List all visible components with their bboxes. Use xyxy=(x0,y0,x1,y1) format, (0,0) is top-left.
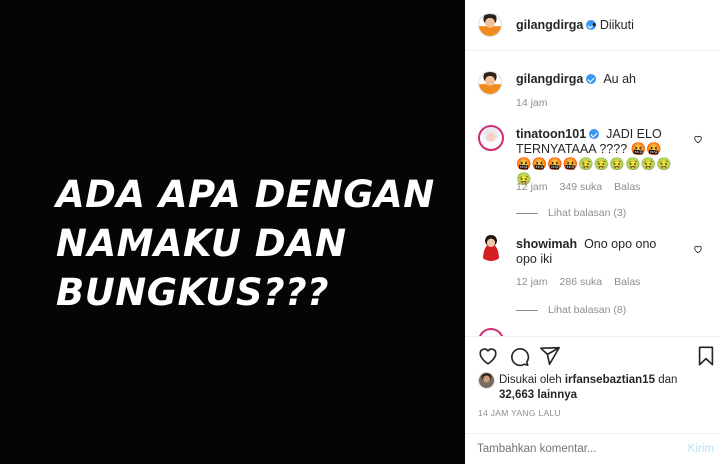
post-text-line-2: NAMAKU DAN xyxy=(56,222,347,265)
likes-connector: dan xyxy=(658,374,678,386)
comment-likes[interactable]: 349 suka xyxy=(560,181,603,193)
comment-username[interactable]: showimah xyxy=(516,237,577,251)
verified-badge-icon xyxy=(586,74,597,84)
view-replies-button[interactable]: Lihat balasan (3) xyxy=(516,207,626,219)
caption-meta: 14 jam xyxy=(516,97,560,109)
post-comment-button[interactable]: Kirim xyxy=(688,443,714,455)
post-actions: Disukai oleh irfansebaztian15 dan 32,663… xyxy=(465,336,720,464)
add-comment-bar: Kirim xyxy=(465,433,720,464)
comments-list[interactable]: gilangdirga Au ah 14 jam tinatoon101 JAD… xyxy=(465,52,720,336)
caption-text: Au ah xyxy=(603,72,636,86)
liker-avatar[interactable] xyxy=(478,372,495,389)
comment-meta: 12 jam 286 suka Balas xyxy=(516,276,652,288)
post-side-panel: gilangdirga • Diikuti gilangdirga Au ah … xyxy=(465,0,720,464)
comment-meta: 12 jam 349 suka Balas xyxy=(516,181,652,193)
share-icon[interactable] xyxy=(539,345,561,367)
comment-time[interactable]: 12 jam xyxy=(516,276,548,288)
bookmark-icon[interactable] xyxy=(695,345,717,367)
add-comment-input[interactable] xyxy=(477,443,657,455)
liker-username[interactable]: irfansebaztian15 xyxy=(565,374,655,386)
comment-item: tinatoon101 JADI ELO TERNYATAAA ???? 🤬🤬🤬… xyxy=(516,127,676,187)
comment-icon[interactable] xyxy=(508,345,530,367)
post-image[interactable]: ADA APA DENGAN NAMAKU DAN BUNGKUS??? xyxy=(0,0,465,464)
heart-icon[interactable] xyxy=(477,345,499,367)
comment-likes[interactable]: 286 suka xyxy=(560,276,603,288)
caption-avatar[interactable] xyxy=(478,71,502,95)
comment-reply-button[interactable]: Balas xyxy=(614,181,640,193)
comment-avatar[interactable] xyxy=(478,328,504,336)
comment-avatar[interactable] xyxy=(478,125,504,151)
comment-username[interactable]: tinatoon101 xyxy=(516,127,586,141)
author-username[interactable]: gilangdirga xyxy=(516,18,597,32)
likes-suffix[interactable]: lainnya xyxy=(537,389,577,401)
comment-item: showimah Ono opo ono opo iki xyxy=(516,237,676,267)
post-time-ago[interactable]: 14 JAM YANG LALU xyxy=(478,408,561,418)
comment-reply-button[interactable]: Balas xyxy=(614,276,640,288)
author-avatar[interactable] xyxy=(478,13,502,37)
comment-avatar[interactable] xyxy=(478,235,504,261)
comment-like-heart-icon[interactable] xyxy=(693,134,703,144)
post-header: gilangdirga • Diikuti xyxy=(465,0,720,51)
follow-status[interactable]: • Diikuti xyxy=(592,18,634,32)
caption: gilangdirga Au ah xyxy=(516,72,706,87)
post-text-line-3: BUNGKUS??? xyxy=(56,271,330,314)
post-text-line-1: ADA APA DENGAN xyxy=(56,173,435,216)
author-username-text[interactable]: gilangdirga xyxy=(516,18,583,32)
likes-summary: Disukai oleh irfansebaztian15 dan 32,663… xyxy=(478,372,708,403)
caption-time[interactable]: 14 jam xyxy=(516,97,548,109)
comment-time[interactable]: 12 jam xyxy=(516,181,548,193)
verified-badge-icon xyxy=(589,129,600,139)
comment-like-heart-icon[interactable] xyxy=(693,244,703,254)
likes-count[interactable]: 32,663 xyxy=(499,389,534,401)
post-image-text: ADA APA DENGAN NAMAKU DAN BUNGKUS??? xyxy=(56,170,435,317)
view-replies-button[interactable]: Lihat balasan (8) xyxy=(516,304,626,316)
caption-username[interactable]: gilangdirga xyxy=(516,72,583,86)
likes-prefix: Disukai oleh xyxy=(499,374,562,386)
